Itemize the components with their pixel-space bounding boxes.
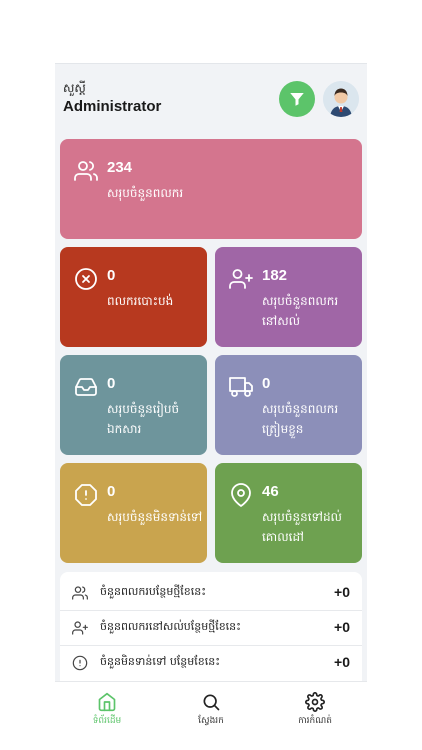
alert-circle-icon (72, 655, 88, 671)
user-plus-icon (72, 621, 88, 635)
stat-row-not-departed: ចំនួនមិនទាន់ទៅ បន្ថែមខែនេះ +0 (60, 646, 362, 680)
user-avatar-icon (323, 81, 359, 117)
alert-octagon-icon (75, 484, 97, 506)
app-screen: សួស្តី Administrator 234 សរុបចំនួនពលករ 0… (55, 63, 367, 733)
x-circle-icon (75, 268, 97, 290)
documents-prepared-card[interactable]: 0 សរុបចំនួនរៀបចំឯកសារ (60, 355, 207, 455)
stat-row-remaining-workers: ចំនួនពលករនៅសល់បន្ថែមថ្មីខែនេះ +0 (60, 611, 362, 646)
abandoned-workers-value: 0 (107, 267, 116, 284)
remaining-workers-card[interactable]: 182 សរុបចំនួនពលករនៅសល់ (215, 247, 362, 347)
total-workers-label: សរុបចំនួនពលករ (107, 186, 184, 200)
user-plus-icon (229, 269, 253, 289)
header: សួស្តី Administrator (55, 64, 367, 126)
nav-search-label: ស្វែងរក (198, 716, 224, 726)
nav-settings-label: ការកំណត់ (298, 716, 332, 726)
bottom-nav: ទំព័រដើម ស្វែងរក ការកំណត់ (55, 681, 367, 733)
total-workers-value: 234 (107, 159, 133, 176)
arrived-destination-card[interactable]: 46 សរុបចំនួនទៅដល់គោលដៅ (215, 463, 362, 563)
settings-icon (305, 692, 325, 712)
truck-icon (229, 377, 253, 397)
nav-home[interactable]: ទំព័រដើម (55, 688, 159, 732)
nav-search[interactable]: ស្វែងរក (159, 688, 263, 732)
users-icon (72, 586, 88, 600)
workers-ready-card[interactable]: 0 សរុបចំនួនពលករត្រៀមខ្លួន (215, 355, 362, 455)
remaining-workers-value: 182 (262, 267, 288, 284)
search-icon (203, 694, 220, 711)
workers-ready-value: 0 (262, 375, 271, 392)
avatar[interactable] (323, 81, 359, 117)
documents-prepared-label: សរុបចំនួនរៀបចំឯកសារ (107, 402, 180, 436)
map-pin-icon (231, 483, 251, 507)
remaining-workers-label: សរុបចំនួនពលករនៅសល់ (262, 294, 339, 328)
stat-row-new-workers: ចំនួនពលករបន្ថែមថ្មីខែនេះ +0 (60, 576, 362, 611)
stat-value: +0 (334, 619, 350, 635)
filter-icon (290, 93, 304, 106)
stat-label: ចំនួនពលករនៅសល់បន្ថែមថ្មីខែនេះ (100, 620, 241, 633)
users-icon (74, 161, 98, 181)
inbox-icon (75, 378, 97, 396)
abandoned-workers-card[interactable]: 0 ពលករបោះបង់ (60, 247, 207, 347)
filter-button[interactable] (279, 81, 315, 117)
documents-prepared-value: 0 (107, 375, 116, 392)
username: Administrator (63, 98, 162, 115)
arrived-destination-value: 46 (262, 483, 279, 500)
total-workers-card[interactable]: 234 សរុបចំនួនពលករ (60, 139, 362, 239)
not-departed-value: 0 (107, 483, 116, 500)
not-departed-label: សរុបចំនួនមិនទាន់ទៅ (107, 510, 203, 524)
stat-value: +0 (334, 654, 350, 670)
nav-home-label: ទំព័រដើម (92, 716, 122, 726)
stat-value: +0 (334, 584, 350, 600)
nav-settings[interactable]: ការកំណត់ (263, 688, 367, 732)
abandoned-workers-label: ពលករបោះបង់ (107, 294, 174, 308)
stat-label: ចំនួនពលករបន្ថែមថ្មីខែនេះ (100, 585, 207, 598)
monthly-stats-panel: ចំនួនពលករបន្ថែមថ្មីខែនេះ +0 ចំនួនពលករនៅស… (60, 572, 362, 682)
arrived-destination-label: សរុបចំនួនទៅដល់គោលដៅ (262, 510, 342, 544)
home-icon (98, 692, 116, 712)
greeting-text: សួស្តី (63, 81, 86, 95)
workers-ready-label: សរុបចំនួនពលករត្រៀមខ្លួន (262, 402, 339, 436)
stat-label: ចំនួនមិនទាន់ទៅ បន្ថែមខែនេះ (100, 655, 221, 668)
not-departed-card[interactable]: 0 សរុបចំនួនមិនទាន់ទៅ (60, 463, 207, 563)
